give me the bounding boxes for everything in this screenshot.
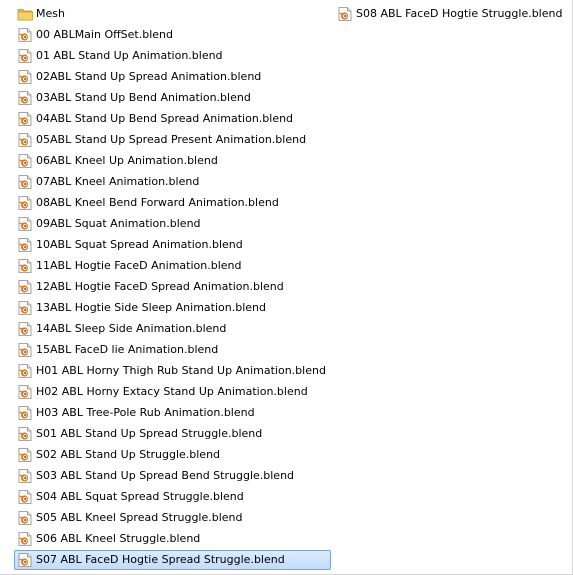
- file-name-label: 13ABL Hogtie Side Sleep Animation.blend: [36, 301, 266, 314]
- file-name-label: 04ABL Stand Up Bend Spread Animation.ble…: [36, 112, 294, 125]
- blender-file-icon: [17, 132, 33, 148]
- file-name-label: 09ABL Squat Animation.blend: [36, 217, 201, 230]
- blender-file-icon: [17, 174, 33, 190]
- file-name-label: H01 ABL Horny Thigh Rub Stand Up Animati…: [36, 364, 326, 377]
- file-column-2: S08 ABL FaceD Hogtie Struggle.blend: [334, 4, 567, 25]
- file-name-label: S02 ABL Stand Up Struggle.blend: [36, 448, 221, 461]
- file-item[interactable]: S06 ABL Kneel Struggle.blend: [14, 529, 331, 549]
- file-item[interactable]: S05 ABL Kneel Spread Struggle.blend: [14, 508, 331, 528]
- file-name-label: H02 ABL Horny Extacy Stand Up Animation.…: [36, 385, 308, 398]
- file-name-label: 08ABL Kneel Bend Forward Animation.blend: [36, 196, 279, 209]
- file-name-label: 00 ABLMain OffSet.blend: [36, 28, 174, 41]
- file-item[interactable]: 13ABL Hogtie Side Sleep Animation.blend: [14, 298, 331, 318]
- file-item[interactable]: S04 ABL Squat Spread Struggle.blend: [14, 487, 331, 507]
- file-name-label: Mesh: [36, 7, 65, 20]
- file-name-label: H03 ABL Tree-Pole Rub Animation.blend: [36, 406, 255, 419]
- folder-icon: [17, 6, 33, 22]
- file-item[interactable]: 08ABL Kneel Bend Forward Animation.blend: [14, 193, 331, 213]
- file-item[interactable]: 00 ABLMain OffSet.blend: [14, 25, 331, 45]
- file-item[interactable]: 12ABL Hogtie FaceD Spread Animation.blen…: [14, 277, 331, 297]
- file-name-label: S04 ABL Squat Spread Struggle.blend: [36, 490, 244, 503]
- blender-file-icon: [337, 6, 353, 22]
- file-name-label: 02ABL Stand Up Spread Animation.blend: [36, 70, 262, 83]
- file-item[interactable]: S01 ABL Stand Up Spread Struggle.blend: [14, 424, 331, 444]
- file-item[interactable]: S02 ABL Stand Up Struggle.blend: [14, 445, 331, 465]
- file-name-label: S05 ABL Kneel Spread Struggle.blend: [36, 511, 243, 524]
- file-name-label: 06ABL Kneel Up Animation.blend: [36, 154, 218, 167]
- file-name-label: 14ABL Sleep Side Animation.blend: [36, 322, 227, 335]
- file-name-label: 01 ABL Stand Up Animation.blend: [36, 49, 223, 62]
- file-item[interactable]: 06ABL Kneel Up Animation.blend: [14, 151, 331, 171]
- file-name-label: 05ABL Stand Up Spread Present Animation.…: [36, 133, 307, 146]
- blender-file-icon: [17, 489, 33, 505]
- folder-item[interactable]: Mesh: [14, 4, 331, 24]
- blender-file-icon: [17, 405, 33, 421]
- blender-file-icon: [17, 195, 33, 211]
- blender-file-icon: [17, 468, 33, 484]
- file-item[interactable]: 09ABL Squat Animation.blend: [14, 214, 331, 234]
- file-column-1: Mesh 00 ABLMain OffSet.blend 01 ABL Stand …: [14, 4, 331, 571]
- file-name-label: S06 ABL Kneel Struggle.blend: [36, 532, 201, 545]
- file-item[interactable]: 14ABL Sleep Side Animation.blend: [14, 319, 331, 339]
- file-name-label: S07 ABL FaceD Hogtie Spread Struggle.ble…: [36, 553, 285, 566]
- file-item[interactable]: H02 ABL Horny Extacy Stand Up Animation.…: [14, 382, 331, 402]
- blender-file-icon: [17, 342, 33, 358]
- blender-file-icon: [17, 69, 33, 85]
- file-item[interactable]: 11ABL Hogtie FaceD Animation.blend: [14, 256, 331, 276]
- blender-file-icon: [17, 300, 33, 316]
- file-item[interactable]: 15ABL FaceD lie Animation.blend: [14, 340, 331, 360]
- file-name-label: 10ABL Squat Spread Animation.blend: [36, 238, 243, 251]
- blender-file-icon: [17, 384, 33, 400]
- file-item[interactable]: S08 ABL FaceD Hogtie Struggle.blend: [334, 4, 567, 24]
- blender-file-icon: [17, 48, 33, 64]
- file-list-pane: Mesh 00 ABLMain OffSet.blend 01 ABL Stand …: [0, 0, 573, 575]
- file-item[interactable]: S07 ABL FaceD Hogtie Spread Struggle.ble…: [14, 550, 331, 570]
- file-item[interactable]: 04ABL Stand Up Bend Spread Animation.ble…: [14, 109, 331, 129]
- blender-file-icon: [17, 153, 33, 169]
- file-item[interactable]: H01 ABL Horny Thigh Rub Stand Up Animati…: [14, 361, 331, 381]
- file-item[interactable]: 02ABL Stand Up Spread Animation.blend: [14, 67, 331, 87]
- file-item[interactable]: H03 ABL Tree-Pole Rub Animation.blend: [14, 403, 331, 423]
- blender-file-icon: [17, 531, 33, 547]
- file-name-label: 11ABL Hogtie FaceD Animation.blend: [36, 259, 242, 272]
- blender-file-icon: [17, 363, 33, 379]
- file-name-label: S01 ABL Stand Up Spread Struggle.blend: [36, 427, 263, 440]
- blender-file-icon: [17, 510, 33, 526]
- blender-file-icon: [17, 90, 33, 106]
- file-name-label: 03ABL Stand Up Bend Animation.blend: [36, 91, 251, 104]
- file-name-label: S08 ABL FaceD Hogtie Struggle.blend: [356, 7, 563, 20]
- file-name-label: 07ABL Kneel Animation.blend: [36, 175, 200, 188]
- file-item[interactable]: 07ABL Kneel Animation.blend: [14, 172, 331, 192]
- blender-file-icon: [17, 426, 33, 442]
- blender-file-icon: [17, 447, 33, 463]
- blender-file-icon: [17, 552, 33, 568]
- file-item[interactable]: 05ABL Stand Up Spread Present Animation.…: [14, 130, 331, 150]
- blender-file-icon: [17, 237, 33, 253]
- blender-file-icon: [17, 27, 33, 43]
- file-name-label: 12ABL Hogtie FaceD Spread Animation.blen…: [36, 280, 284, 293]
- blender-file-icon: [17, 321, 33, 337]
- file-item[interactable]: 01 ABL Stand Up Animation.blend: [14, 46, 331, 66]
- blender-file-icon: [17, 216, 33, 232]
- file-name-label: 15ABL FaceD lie Animation.blend: [36, 343, 219, 356]
- file-item[interactable]: S03 ABL Stand Up Spread Bend Struggle.bl…: [14, 466, 331, 486]
- blender-file-icon: [17, 258, 33, 274]
- blender-file-icon: [17, 111, 33, 127]
- blender-file-icon: [17, 279, 33, 295]
- file-item[interactable]: 10ABL Squat Spread Animation.blend: [14, 235, 331, 255]
- file-item[interactable]: 03ABL Stand Up Bend Animation.blend: [14, 88, 331, 108]
- file-name-label: S03 ABL Stand Up Spread Bend Struggle.bl…: [36, 469, 295, 482]
